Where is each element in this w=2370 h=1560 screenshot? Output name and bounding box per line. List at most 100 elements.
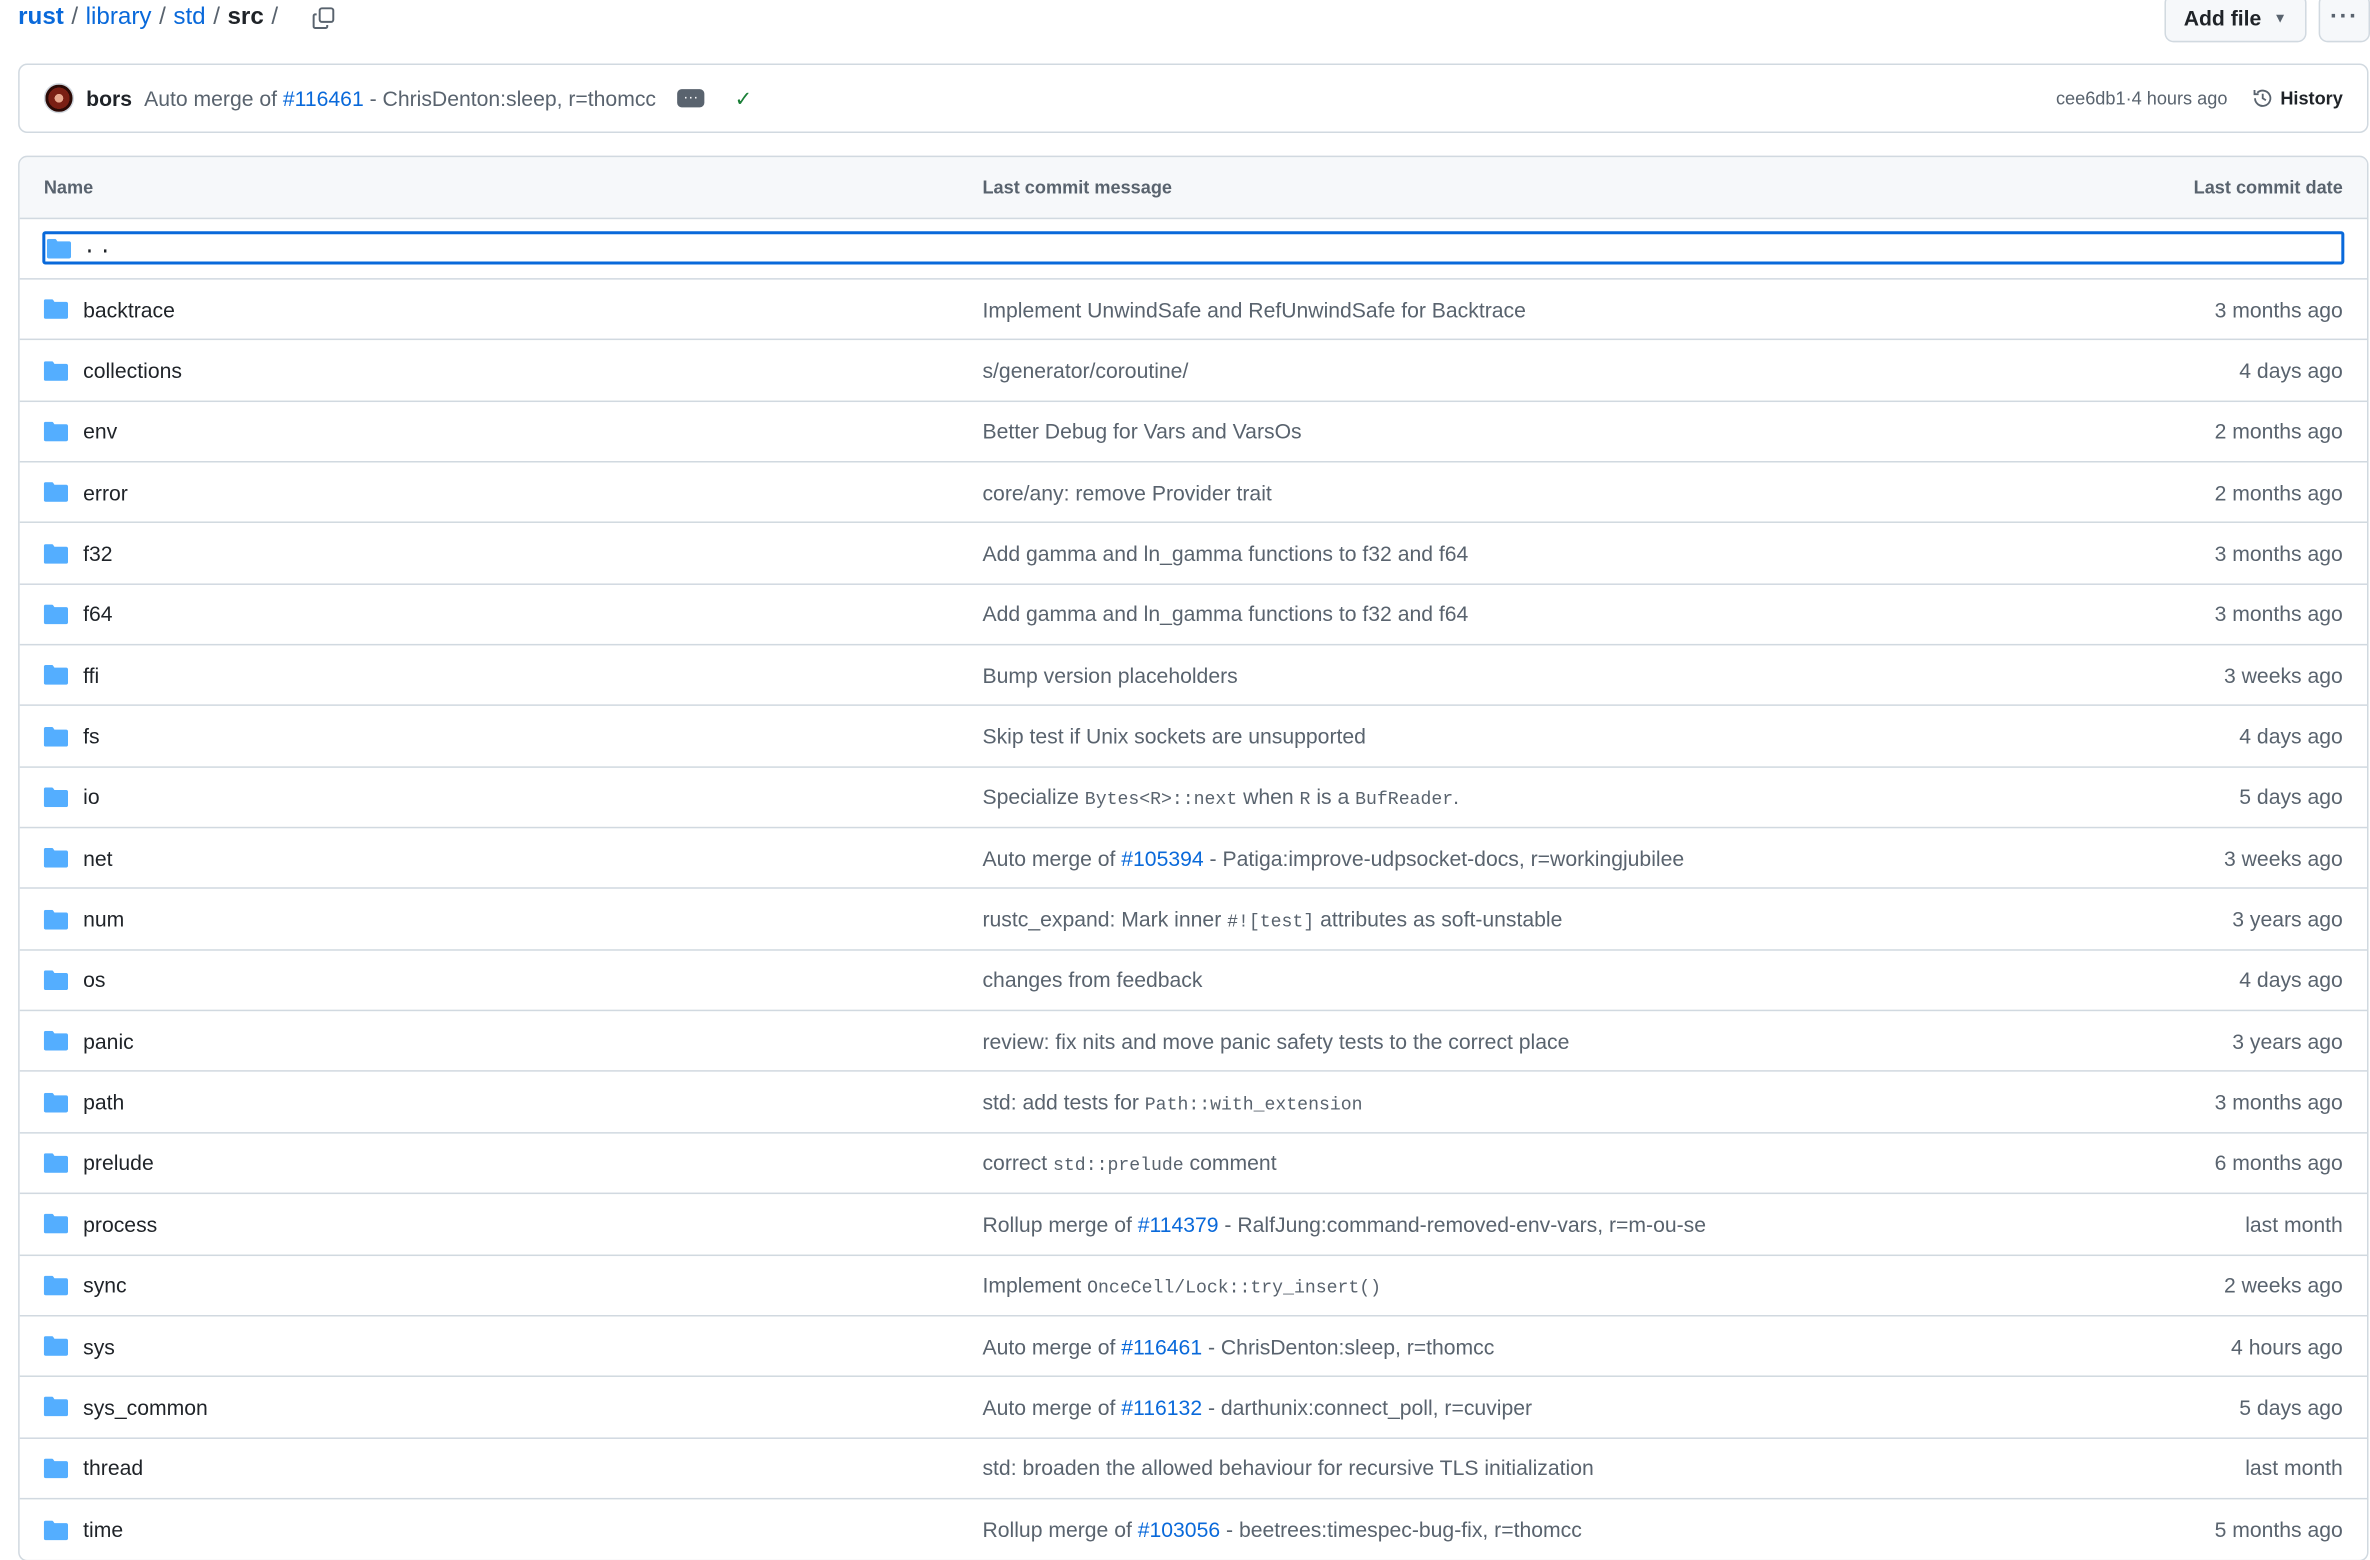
folder-icon — [43, 299, 69, 320]
row-commit-message[interactable]: Bump version placeholders — [982, 663, 2224, 687]
row-commit-message[interactable]: Better Debug for Vars and VarsOs — [982, 419, 2214, 443]
row-name-cell: panic — [43, 1029, 983, 1053]
directory-link[interactable]: net — [83, 846, 112, 870]
pr-link[interactable]: #114379 — [1138, 1212, 1219, 1236]
folder-icon — [43, 360, 69, 381]
table-row: sys_common Auto merge of #116132 - darthu… — [19, 1377, 2368, 1439]
row-commit-message[interactable]: s/generator/coroutine/ — [982, 358, 2239, 382]
pr-link[interactable]: #105394 — [1121, 846, 1203, 870]
message-text: when — [1237, 784, 1300, 809]
copy-icon[interactable] — [307, 2, 340, 35]
row-name-cell: time — [43, 1518, 983, 1542]
check-icon[interactable]: ✓ — [735, 85, 753, 111]
folder-icon — [43, 726, 69, 747]
parent-directory-row: .. — [19, 219, 2368, 280]
row-commit-message[interactable]: rustc_expand: Mark inner #![test] attrib… — [982, 906, 2232, 932]
directory-link[interactable]: io — [83, 785, 99, 809]
row-commit-message[interactable]: Add gamma and ln_gamma functions to f32 … — [982, 602, 2214, 626]
table-row: fs Skip test if Unix sockets are unsuppor… — [19, 706, 2368, 768]
directory-link[interactable]: sync — [83, 1273, 127, 1297]
table-row: sync Implement OnceCell/Lock::try_insert(… — [19, 1255, 2368, 1317]
expand-message-button[interactable]: ··· — [677, 89, 705, 108]
message-text: - beetrees:timespec-bug-fix, r=thomcc — [1220, 1517, 1582, 1542]
breadcrumb-std-link[interactable]: std — [173, 5, 205, 32]
row-commit-message[interactable]: Implement UnwindSafe and RefUnwindSafe f… — [982, 297, 2214, 321]
row-commit-message[interactable]: Implement OnceCell/Lock::try_insert() — [982, 1272, 2224, 1298]
row-commit-message[interactable]: Specialize Bytes<R>::next when R is a Bu… — [982, 784, 2239, 810]
add-file-button[interactable]: Add file ▼ — [2164, 0, 2307, 43]
row-commit-message[interactable]: Auto merge of #116461 - ChrisDenton:slee… — [982, 1334, 2231, 1358]
row-commit-message[interactable]: std: add tests for Path::with_extension — [982, 1089, 2214, 1115]
breadcrumb-repo-link[interactable]: rust — [18, 5, 64, 32]
directory-link[interactable]: f64 — [83, 602, 112, 626]
directory-link[interactable]: sys — [83, 1334, 115, 1358]
pr-link[interactable]: #103056 — [1138, 1518, 1220, 1542]
row-commit-message[interactable]: correct std::prelude comment — [982, 1150, 2214, 1176]
row-commit-message[interactable]: Skip test if Unix sockets are unsupporte… — [982, 724, 2239, 748]
row-commit-message[interactable]: Add gamma and ln_gamma functions to f32 … — [982, 541, 2214, 565]
inline-code: Path::with_extension — [1144, 1093, 1363, 1115]
folder-icon — [43, 909, 69, 929]
parent-directory-link[interactable]: .. — [42, 231, 2345, 265]
message-text: std: broaden the allowed behaviour for r… — [982, 1455, 1594, 1481]
directory-link[interactable]: prelude — [83, 1151, 154, 1175]
message-text: Better Debug for Vars and VarsOs — [982, 419, 1302, 444]
message-text: Bump version placeholders — [982, 663, 1238, 688]
row-name-cell: sys_common — [43, 1395, 983, 1419]
message-text: Implement — [982, 1272, 1088, 1297]
table-row: ffi Bump version placeholders 3 weeks ago — [19, 646, 2368, 707]
row-commit-message[interactable]: core/any: remove Provider trait — [982, 480, 2214, 504]
directory-link[interactable]: panic — [83, 1029, 134, 1053]
folder-icon — [43, 482, 69, 503]
directory-link[interactable]: collections — [83, 358, 182, 382]
message-text: Auto merge of — [982, 1333, 1122, 1359]
folder-icon — [43, 1519, 69, 1540]
commit-pr-link[interactable]: #116461 — [283, 86, 364, 110]
table-row: f64 Add gamma and ln_gamma functions to f… — [19, 585, 2368, 646]
row-commit-message[interactable]: review: fix nits and move panic safety t… — [982, 1029, 2232, 1053]
directory-link[interactable]: time — [83, 1518, 123, 1542]
pr-link[interactable]: #116132 — [1121, 1395, 1202, 1419]
directory-link[interactable]: f32 — [83, 541, 112, 565]
breadcrumb-separator: / — [271, 4, 279, 31]
row-commit-message[interactable]: Rollup merge of #103056 - beetrees:times… — [982, 1518, 2214, 1542]
directory-link[interactable]: fs — [83, 724, 99, 748]
breadcrumb-library-link[interactable]: library — [86, 5, 152, 32]
inline-code: Bytes<R>::next — [1084, 788, 1238, 811]
row-commit-date: 5 days ago — [2239, 785, 2343, 810]
directory-link[interactable]: ffi — [83, 663, 99, 687]
history-button[interactable]: History — [2252, 88, 2343, 109]
row-name-cell: net — [43, 846, 983, 870]
row-commit-message[interactable]: Auto merge of #105394 - Patiga:improve-u… — [982, 846, 2224, 870]
message-text: comment — [1183, 1150, 1277, 1175]
folder-icon — [43, 1275, 69, 1295]
row-commit-message[interactable]: std: broaden the allowed behaviour for r… — [982, 1456, 2245, 1480]
directory-link[interactable]: backtrace — [83, 297, 175, 321]
directory-link[interactable]: thread — [83, 1456, 143, 1480]
parent-directory-label: .. — [83, 235, 115, 260]
table-row: time Rollup merge of #103056 - beetrees:t… — [20, 1499, 2367, 1560]
commit-message[interactable]: Auto merge of #116461 - ChrisDenton:slee… — [144, 86, 656, 110]
directory-link[interactable]: env — [83, 419, 117, 443]
directory-link[interactable]: error — [83, 480, 128, 504]
directory-link[interactable]: sys_common — [83, 1395, 208, 1419]
commit-message-prefix: Auto merge of — [144, 86, 278, 111]
row-commit-message[interactable]: Auto merge of #116132 - darthunix:connec… — [982, 1395, 2239, 1419]
row-commit-message[interactable]: changes from feedback — [982, 968, 2239, 992]
commit-author[interactable]: bors — [86, 86, 132, 110]
avatar[interactable] — [43, 83, 75, 114]
folder-icon — [43, 970, 69, 990]
file-browser: rust / library / std / src / Add file ▼ … — [0, 0, 2370, 1560]
directory-link[interactable]: process — [83, 1212, 157, 1236]
folder-icon — [46, 238, 72, 258]
row-commit-message[interactable]: Rollup merge of #114379 - RalfJung:comma… — [982, 1212, 2245, 1236]
directory-link[interactable]: os — [83, 968, 105, 992]
folder-icon — [43, 543, 69, 564]
pr-link[interactable]: #116461 — [1121, 1334, 1202, 1358]
commit-sha-link[interactable]: cee6db1 — [2056, 88, 2126, 109]
table-row: error core/any: remove Provider trait 2 mo… — [19, 463, 2368, 524]
directory-link[interactable]: num — [83, 907, 124, 931]
folder-icon — [43, 787, 69, 808]
directory-link[interactable]: path — [83, 1090, 124, 1114]
more-options-button[interactable]: ··· — [2318, 0, 2370, 43]
